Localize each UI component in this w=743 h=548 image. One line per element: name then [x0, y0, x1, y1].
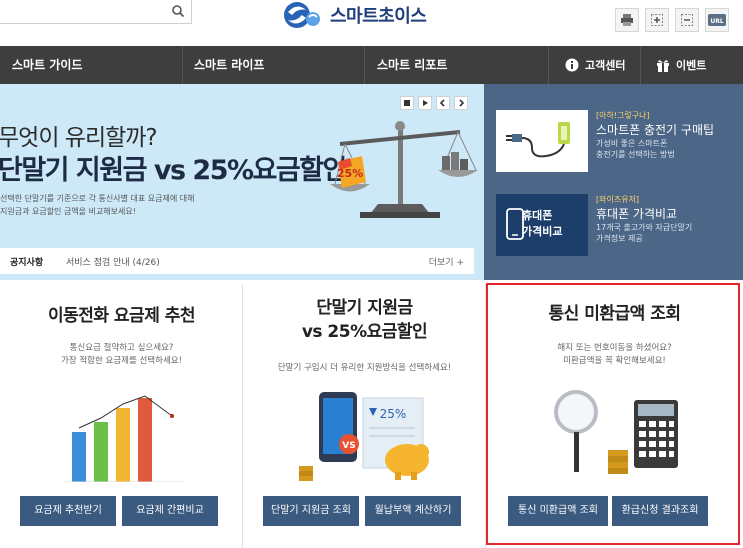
logo-text: 스마트초이스 — [330, 6, 427, 27]
search-input[interactable] — [5, 3, 165, 20]
events-link[interactable]: 이벤트 — [656, 46, 706, 84]
events-label: 이벤트 — [676, 59, 707, 72]
panel-unrefunded-lookup: 통신 미환급액 조회 해지 또는 번호이동을 하셨어요? 미환급액을 꼭 확인해… — [486, 284, 743, 548]
panel-subsidy-vs-discount: 단말기 지원금 vs 25%요금할인 단말기 구입시 더 유리한 지원방식을 선… — [243, 284, 486, 548]
hero-banner[interactable]: 무엇이 유리할까? 단말기 지원금 vs 25%요금할인 선택한 단말기를 기준… — [0, 84, 484, 280]
promo-description: 가성비 좋은 스마트폰 충전기를 선택하는 방법 — [596, 138, 675, 160]
promo-title: 휴대폰 가격비교 — [596, 207, 678, 221]
promo-desc-line2: 충전기를 선택하는 방법 — [596, 150, 675, 159]
promo-charger-tips[interactable]: [아하!그렇구나] 스마트폰 충전기 구매팁 가성비 좋은 스마트폰 충전기를 … — [496, 110, 743, 172]
unrefunded-lookup-button[interactable]: 통신 미환급액 조회 — [508, 496, 608, 526]
panel-description: 통신요금 절약하고 싶으세요? 가장 적합한 요금제를 선택하세요! — [0, 342, 243, 368]
hero-description: 선택한 단말기를 기준으로 각 통신사별 대표 요금제에 대해 지원금과 요금할… — [0, 192, 260, 218]
discount-badge-text: 25% — [380, 407, 407, 421]
nav-item-smart-report[interactable]: 스마트 리포트 — [377, 46, 447, 84]
main-nav: 스마트 가이드 스마트 라이프 스마트 리포트 고객센터 이벤트 — [0, 46, 743, 84]
balance-scale-illustration: 25% — [330, 121, 478, 218]
panel-desc-line2: 미환급액을 꼭 확인해보세요! — [563, 356, 666, 366]
zoom-out-icon[interactable] — [675, 8, 699, 32]
nav-divider — [182, 46, 183, 84]
site-logo[interactable]: 스마트초이스 — [282, 0, 427, 30]
subsidy-lookup-button[interactable]: 단말기 지원금 조회 — [263, 496, 359, 526]
vs-badge-text: VS — [342, 441, 355, 451]
nav-divider — [640, 46, 641, 84]
panel-description: 단말기 구입시 더 유리한 지원방식을 선택하세요! — [277, 363, 452, 373]
panel-desc-line1: 해지 또는 번호이동을 하셨어요? — [557, 343, 672, 353]
promo-column: [아하!그렇구나] 스마트폰 충전기 구매팁 가성비 좋은 스마트폰 충전기를 … — [484, 84, 743, 280]
top-header: 스마트초이스 URL — [0, 0, 743, 46]
hero-badge-text: 25% — [337, 167, 363, 180]
notice-text[interactable]: 서비스 점검 안내 (4/26) — [66, 255, 160, 268]
notice-label: 공지사항 — [10, 258, 44, 268]
hero-desc-line1: 선택한 단말기를 기준으로 각 통신사별 대표 요금제에 대해 — [0, 194, 195, 203]
svg-text:URL: URL — [710, 18, 723, 25]
gift-icon — [657, 60, 669, 72]
promo-desc-line1: 가성비 좋은 스마트폰 — [596, 139, 668, 148]
promo-description: 17개국 출고가와 자급단말기 가격정보 제공 — [596, 222, 692, 244]
promo-tag: [아하!그렇구나] — [596, 111, 650, 120]
thumb-label-line1: 휴대폰 — [522, 209, 553, 222]
bar-graph-illustration — [64, 395, 184, 482]
hero-title-line2: 단말기 지원금 vs 25%요금할인 — [0, 155, 347, 186]
zoom-in-icon[interactable] — [645, 8, 669, 32]
url-icon[interactable]: URL — [705, 8, 729, 32]
nav-item-smart-guide[interactable]: 스마트 가이드 — [12, 46, 82, 84]
panel-title-line2: vs 25%요금할인 — [301, 322, 428, 342]
notice-more-link[interactable]: 더보기 + — [429, 255, 464, 268]
utility-icons: URL — [615, 8, 729, 32]
promo-price-compare[interactable]: 휴대폰 가격비교 [와이즈유저] 휴대폰 가격비교 17개국 출고가와 자급단말… — [496, 194, 743, 256]
logo-mark-icon — [284, 2, 320, 28]
monthly-payment-button[interactable]: 월납부액 계산하기 — [365, 496, 461, 526]
hero-desc-line2: 지원금과 요금할인 금액을 비교해보세요! — [0, 207, 136, 216]
notice-bar: 공지사항 서비스 점검 안내 (4/26) 더보기 + — [0, 248, 474, 274]
phone-piggybank-illustration: 25% VS — [299, 392, 429, 481]
plan-compare-button[interactable]: 요금제 간편비교 — [122, 496, 218, 526]
info-icon — [565, 58, 579, 72]
panel-desc-line2: 가장 적합한 요금제를 선택하세요! — [61, 356, 182, 366]
price-compare-thumb: 휴대폰 가격비교 — [496, 194, 588, 256]
panel-desc-line1: 통신요금 절약하고 싶으세요? — [69, 343, 174, 353]
print-icon[interactable] — [615, 8, 639, 32]
customer-center-link[interactable]: 고객센터 — [565, 46, 625, 84]
hero-title-line1: 무엇이 유리할까? — [0, 125, 158, 151]
promo-tag: [와이즈유저] — [596, 195, 640, 204]
panel-title: 이동전화 요금제 추천 — [47, 306, 196, 326]
nav-item-smart-life[interactable]: 스마트 라이프 — [194, 46, 264, 84]
promo-title: 스마트폰 충전기 구매팁 — [596, 123, 715, 137]
refund-result-button[interactable]: 환급신청 결과조회 — [612, 496, 708, 526]
nav-divider — [364, 46, 365, 84]
search-icon[interactable] — [171, 4, 185, 18]
panel-title-line1: 단말기 지원금 — [316, 298, 413, 318]
customer-center-label: 고객센터 — [585, 59, 626, 72]
panel-plan-recommend: 이동전화 요금제 추천 통신요금 절약하고 싶으세요? 가장 적합한 요금제를 … — [0, 284, 243, 548]
nav-divider — [548, 46, 549, 84]
plan-recommend-button[interactable]: 요금제 추천받기 — [20, 496, 116, 526]
panel-title: 통신 미환급액 조회 — [548, 304, 681, 324]
price-compare-thumb-label: 휴대폰 가격비교 — [522, 208, 562, 240]
promo-desc-line1: 17개국 출고가와 자급단말기 — [596, 223, 693, 232]
promo-desc-line2: 가격정보 제공 — [596, 234, 643, 243]
magnifier-calculator-illustration — [554, 390, 678, 474]
panel-description: 해지 또는 번호이동을 하셨어요? 미환급액을 꼭 확인해보세요! — [486, 342, 743, 368]
charger-icon — [496, 110, 588, 172]
thumb-label-line2: 가격비교 — [522, 225, 563, 238]
search-box[interactable] — [0, 0, 192, 24]
